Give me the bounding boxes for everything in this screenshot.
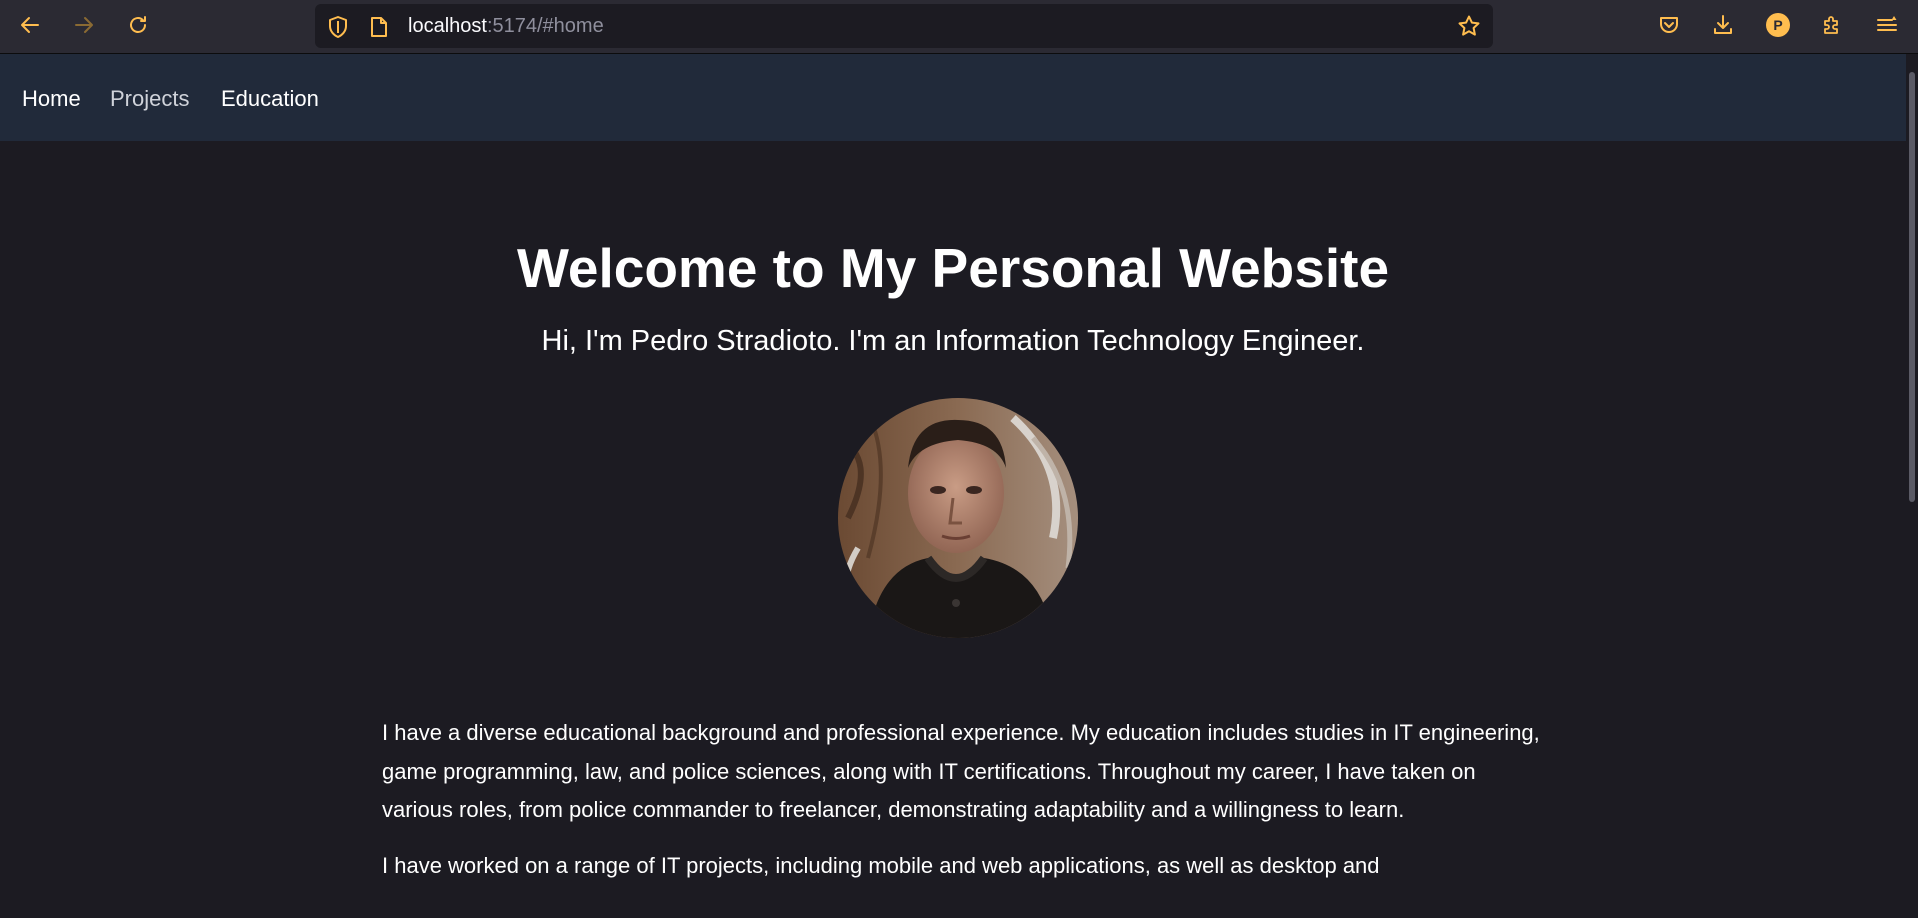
profile-photo: [838, 398, 1078, 638]
forward-button[interactable]: [65, 7, 103, 43]
bookmark-star-icon[interactable]: [1457, 14, 1481, 43]
profile-avatar: P: [1766, 13, 1790, 37]
account-button[interactable]: P: [1759, 7, 1797, 43]
browser-toolbar: localhost:5174/#home P: [0, 0, 1918, 54]
about-paragraph: I have a diverse educational background …: [382, 720, 1540, 822]
site-navbar: Home Projects Education: [0, 54, 1906, 141]
page-icon[interactable]: [370, 16, 388, 43]
downloads-button[interactable]: [1704, 7, 1742, 43]
download-icon: [1714, 15, 1732, 34]
shield-icon[interactable]: [327, 15, 349, 44]
reload-button[interactable]: [119, 7, 157, 43]
back-button[interactable]: [11, 7, 49, 43]
hamburger-menu-icon: [1877, 16, 1897, 31]
home-section: Welcome to My Personal Website Hi, I'm P…: [0, 141, 1906, 918]
pocket-icon: [1660, 17, 1678, 33]
extensions-button[interactable]: [1813, 7, 1851, 43]
nav-link-home[interactable]: Home: [22, 54, 81, 141]
nav-link-education[interactable]: Education: [221, 54, 319, 141]
url-path: :5174/#home: [486, 15, 604, 37]
puzzle-icon: [1824, 16, 1838, 34]
reload-icon: [130, 16, 146, 33]
nav-link-projects[interactable]: Projects: [110, 54, 189, 141]
url-host: localhost: [408, 15, 487, 37]
page-subtitle: Hi, I'm Pedro Stradioto. I'm an Informat…: [541, 325, 1365, 357]
page-title: Welcome to My Personal Website: [516, 237, 1390, 299]
pocket-button[interactable]: [1650, 7, 1688, 43]
scrollbar-thumb[interactable]: [1909, 72, 1915, 502]
page-scrollbar[interactable]: [1906, 54, 1918, 918]
about-paragraph: I have worked on a range of IT projects,…: [382, 852, 1380, 878]
url-text[interactable]: localhost:5174/#home: [408, 4, 604, 48]
arrow-right-icon: [75, 17, 93, 33]
about-text: I have a diverse educational background …: [382, 714, 1542, 902]
arrow-left-icon: [21, 17, 39, 33]
app-menu-button[interactable]: [1868, 7, 1906, 43]
url-bar[interactable]: localhost:5174/#home: [315, 4, 1493, 48]
